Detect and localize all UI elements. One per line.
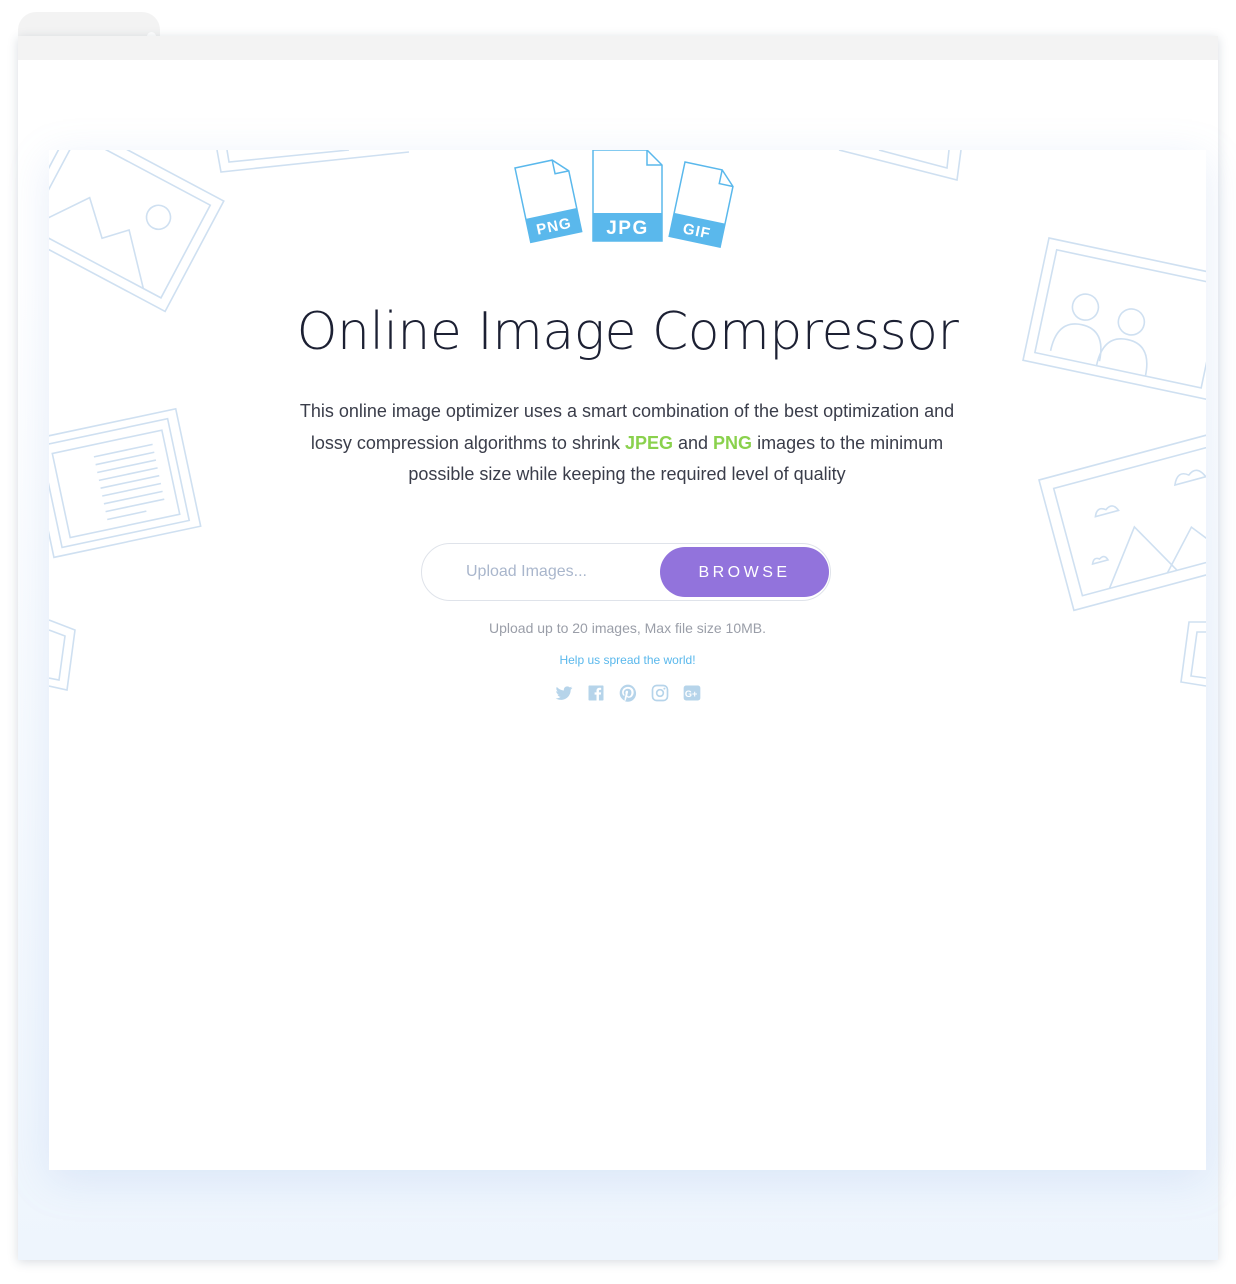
page-title: Online Image Compressor: [296, 302, 959, 362]
twitter-icon[interactable]: [554, 683, 574, 703]
svg-text:G+: G+: [684, 689, 696, 699]
share-link[interactable]: Help us spread the world!: [49, 653, 1206, 667]
png-file-icon: PNG: [514, 159, 583, 244]
jpeg-highlight: JPEG: [624, 432, 673, 453]
png-highlight: PNG: [713, 432, 753, 453]
google-plus-icon[interactable]: G+: [682, 683, 702, 703]
frame-edge-illustration: [216, 150, 410, 173]
social-icons: G+: [49, 683, 1206, 703]
gif-file-icon: GIF: [668, 161, 734, 249]
svg-text:JPG: JPG: [606, 218, 649, 239]
page-description: This online image optimizer uses a smart…: [287, 396, 967, 491]
upload-input[interactable]: Upload Images...: [466, 544, 587, 600]
facebook-icon[interactable]: [586, 683, 606, 703]
instagram-icon[interactable]: [650, 683, 670, 703]
upload-box: Upload Images... BROWSE: [421, 543, 831, 601]
document-illustration: [49, 407, 202, 559]
pinterest-icon[interactable]: [618, 683, 638, 703]
landscape-photo-illustration: [1038, 429, 1206, 612]
description-text: and: [673, 432, 714, 453]
browser-bar: [18, 36, 1218, 60]
photo-frame-illustration: [49, 150, 225, 313]
browse-button[interactable]: BROWSE: [660, 547, 829, 597]
jpg-file-icon: JPG: [592, 150, 663, 242]
main-card: PNG JPG GIF Online Image Compressor This…: [49, 150, 1206, 1170]
upload-limit-text: Upload up to 20 images, Max file size 10…: [488, 620, 767, 636]
file-type-icons: PNG JPG GIF: [514, 150, 734, 249]
